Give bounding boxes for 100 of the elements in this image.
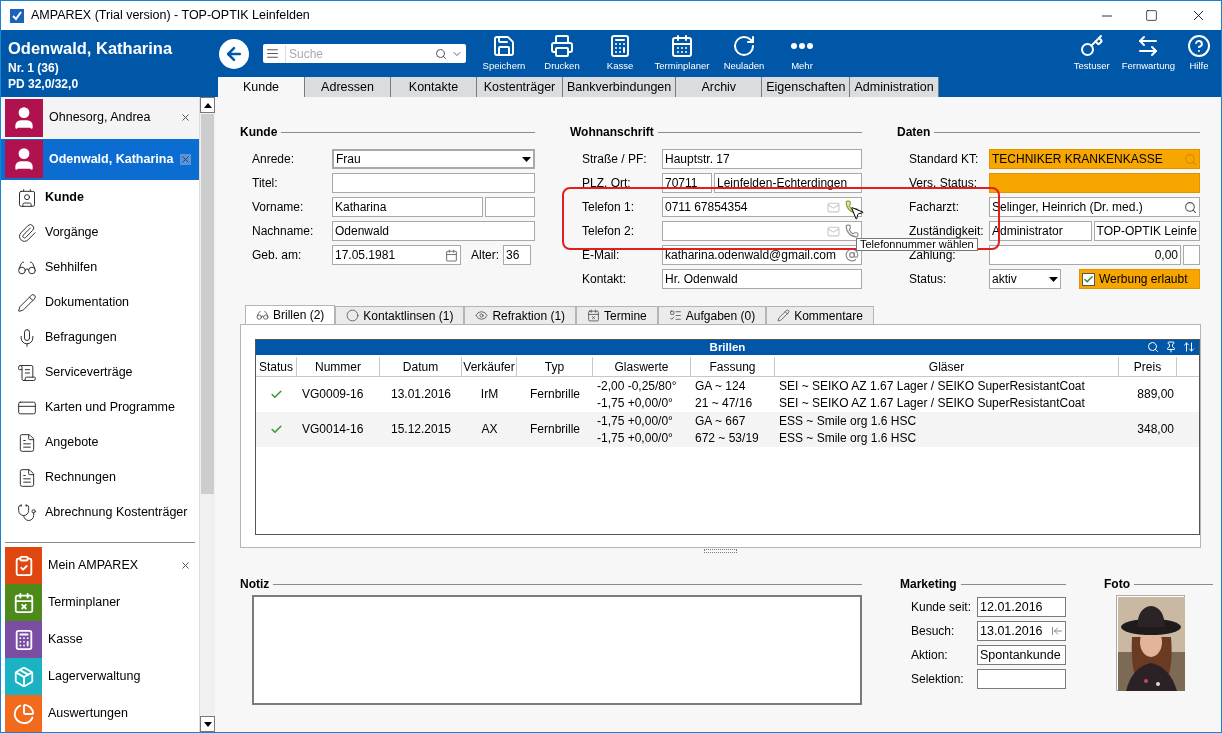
column-header[interactable]: Fassung (691, 357, 775, 376)
date-field[interactable]: 17.05.1981 (332, 245, 461, 265)
nav-item[interactable]: Serviceverträge (1, 355, 199, 391)
input-field[interactable]: Spontankunde (977, 645, 1066, 665)
input-field[interactable]: Katharina (332, 197, 483, 217)
nav-item[interactable]: Karten und Programme (1, 390, 199, 426)
pin-icon[interactable] (1165, 341, 1177, 353)
column-header[interactable]: Status (256, 357, 297, 376)
avatar-icon (5, 140, 43, 179)
toolbar-button[interactable]: Speichern (476, 31, 532, 76)
phone-field[interactable] (662, 221, 862, 241)
input-field[interactable] (989, 173, 1200, 193)
app-item[interactable]: Kasse (1, 621, 199, 658)
notes-field[interactable] (252, 595, 862, 705)
input-field[interactable]: 12.01.2016 (977, 597, 1066, 617)
column-header[interactable]: Nummer (297, 357, 380, 376)
toolbar-button[interactable]: Kasse (592, 31, 648, 76)
app-item[interactable]: Lagerverwaltung (1, 658, 199, 695)
input-field[interactable]: TOP-OPTIK Leinfe (1093, 221, 1200, 241)
section-heading: Wohnanschrift (570, 124, 654, 141)
tab[interactable]: Kontaktlinsen (1) (335, 306, 465, 324)
column-header[interactable]: Glaswerte (593, 357, 691, 376)
input-field[interactable]: Hauptstr. 17 (662, 149, 862, 169)
nav-item[interactable]: Vorgänge (1, 215, 199, 251)
tab[interactable]: Administration (850, 77, 939, 97)
input-field[interactable]: Hr. Odenwald (662, 269, 862, 289)
scroll-icon (17, 362, 37, 383)
tab[interactable]: Kostenträger (477, 77, 563, 97)
table-cell: 13.01.2016 (390, 386, 452, 403)
salutation-select[interactable]: Frau (332, 149, 535, 169)
nav-item[interactable]: Abrechnung Kostenträger (1, 495, 199, 531)
scrollbar[interactable] (199, 97, 215, 732)
table-cell: GA ~ 124 21 ~ 47/16 (695, 377, 753, 412)
calendar-icon (587, 309, 601, 322)
tab[interactable]: Refraktion (1) (464, 306, 577, 324)
tab[interactable]: Kommentare (766, 306, 874, 324)
app-item[interactable]: Terminplaner (1, 584, 199, 621)
toolbar-button[interactable]: Terminplaner (650, 31, 714, 76)
lookup-field[interactable]: TECHNIKER KRANKENKASSE (989, 149, 1200, 169)
phone-field[interactable]: 0711 67854354 (662, 197, 862, 217)
menu-icon[interactable] (266, 47, 279, 60)
search-icon[interactable] (1147, 341, 1159, 353)
column-header[interactable]: Verkäufer (462, 357, 517, 376)
input-field[interactable]: 70711 (662, 173, 712, 193)
nav-item[interactable]: Angebote (1, 425, 199, 461)
scroll-up-icon[interactable] (203, 102, 212, 108)
input-field[interactable] (332, 173, 535, 193)
at-icon (845, 248, 859, 262)
tab[interactable]: Kunde (218, 77, 305, 97)
back-button[interactable] (219, 38, 249, 69)
field-label: Telefon 1: (582, 199, 636, 216)
column-header[interactable]: Gläser (775, 357, 1119, 376)
customer-entry[interactable]: Ohnesorg, Andrea (1, 97, 199, 139)
toolbar-button[interactable]: Neuladen (716, 31, 772, 76)
tab[interactable]: Eigenschaften (762, 77, 851, 97)
input-field[interactable]: Odenwald (332, 221, 535, 241)
status-select[interactable]: aktiv (989, 269, 1061, 289)
app-item[interactable]: Auswertungen (1, 695, 199, 732)
maximize-icon[interactable] (1145, 9, 1158, 22)
tab[interactable]: Bankverbindungen (563, 77, 677, 97)
nav-item[interactable]: Kunde (1, 180, 199, 216)
close-icon[interactable] (180, 112, 191, 124)
amount-field[interactable]: 0,00 (989, 245, 1181, 265)
swap-icon[interactable] (1183, 341, 1195, 353)
printer-icon (550, 33, 574, 58)
nav-item[interactable]: Befragungen (1, 320, 199, 356)
checkbox[interactable] (1082, 272, 1095, 286)
column-header[interactable]: Preis (1119, 357, 1177, 376)
toolbar-button[interactable]: Hilfe (1181, 31, 1217, 76)
scroll-down-icon[interactable] (203, 721, 212, 727)
input-field[interactable]: Leinfelden-Echterdingen (714, 173, 862, 193)
arrow-icon[interactable] (1051, 625, 1063, 637)
input-field[interactable]: 13.01.2016 (977, 621, 1066, 641)
column-header[interactable]: Datum (380, 357, 462, 376)
input-field[interactable]: 36 (503, 245, 531, 265)
splitter-handle[interactable] (704, 549, 737, 553)
tab[interactable]: Adressen (305, 77, 391, 97)
table-cell: 348,00 (1137, 421, 1174, 438)
app-item[interactable]: Mein AMPAREX (1, 547, 199, 584)
toolbar-button[interactable]: Drucken (534, 31, 590, 76)
toolbar-button[interactable]: Fernwartung (1115, 31, 1181, 76)
nav-item[interactable]: Sehhilfen (1, 250, 199, 286)
tab[interactable]: Brillen (2) (245, 305, 336, 324)
section-heading: Notiz (240, 576, 270, 593)
tab[interactable]: Aufgaben (0) (657, 306, 767, 324)
customer-entry[interactable]: Odenwald, Katharina (1, 138, 199, 181)
tab[interactable]: Archiv (676, 77, 763, 97)
input-field[interactable] (977, 669, 1066, 689)
calendar-icon (670, 33, 694, 58)
input-field[interactable] (485, 197, 535, 217)
toolbar-button[interactable]: Testuser (1067, 31, 1116, 76)
input-field[interactable] (1183, 245, 1200, 265)
close-icon[interactable] (180, 560, 191, 571)
nav-item[interactable]: Dokumentation (1, 285, 199, 321)
column-header[interactable]: Typ (517, 357, 593, 376)
toolbar-button[interactable]: Mehr (774, 31, 830, 76)
tab[interactable]: Kontakte (391, 77, 477, 97)
pencil-icon (17, 292, 37, 313)
tab[interactable]: Termine (576, 306, 658, 324)
nav-item[interactable]: Rechnungen (1, 460, 199, 496)
